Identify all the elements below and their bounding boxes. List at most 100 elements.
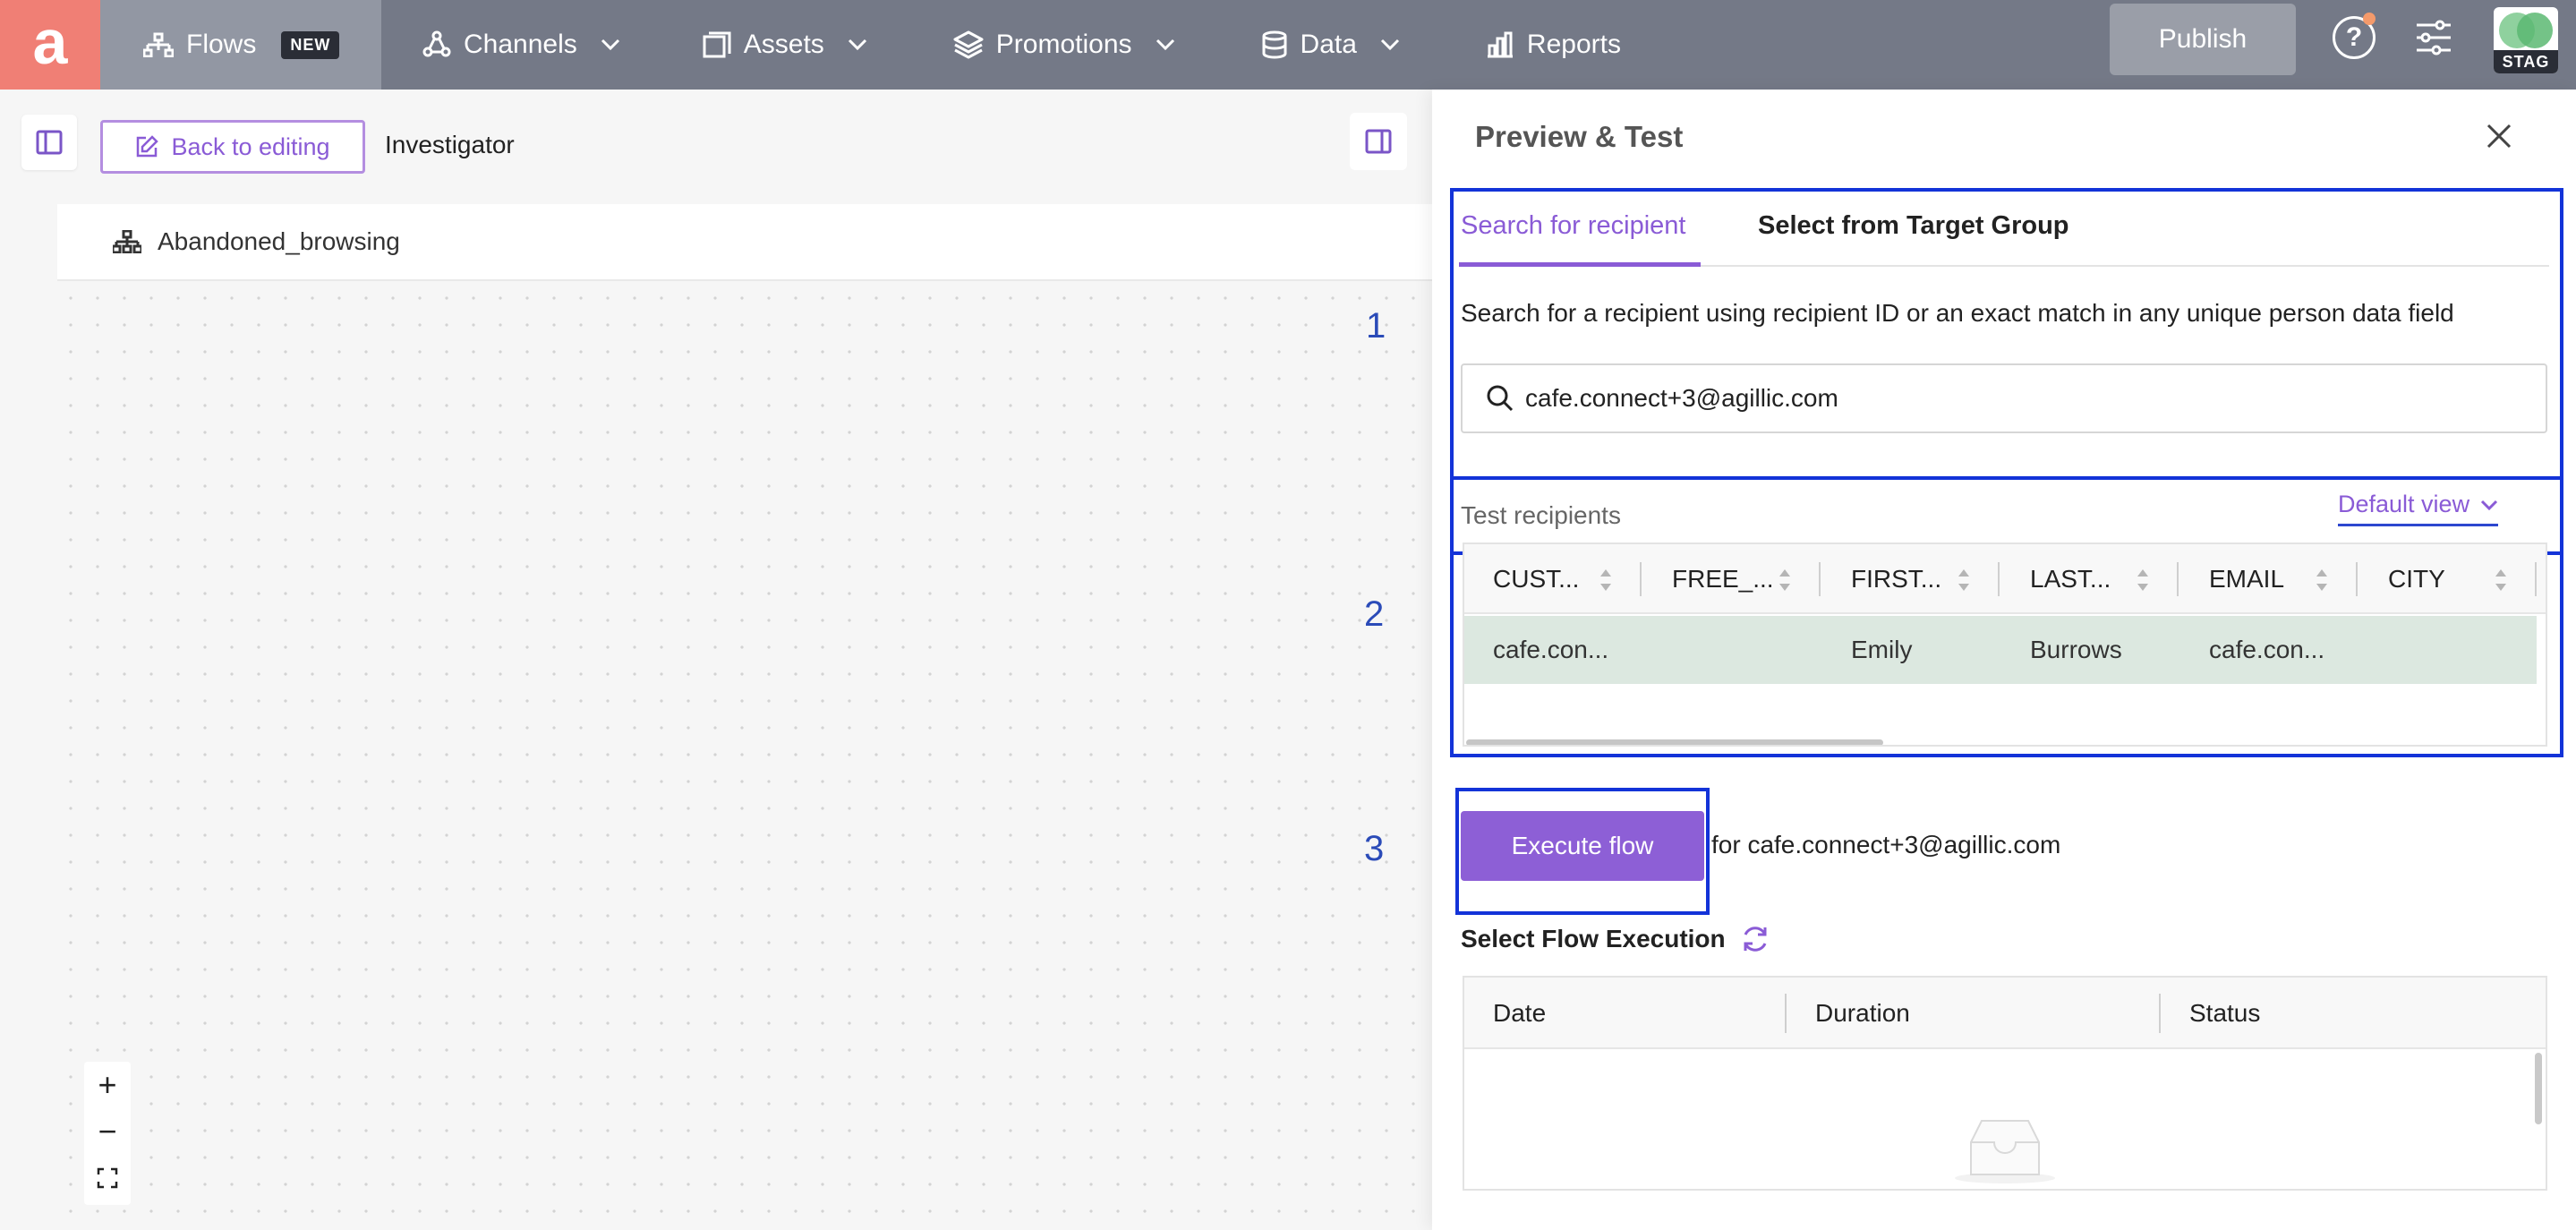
select-flow-execution-label: Select Flow Execution [1461,925,1726,952]
empty-inbox-icon [1955,1120,2055,1183]
step-number-3: 3 [1364,829,1385,868]
settings-sliders-icon[interactable] [2415,18,2452,57]
chevron-down-icon [2481,500,2498,510]
column-header-date[interactable]: Date [1493,978,1546,1049]
flow-execution-table: Date Duration Status [1463,976,2547,1191]
recipient-search-box [1461,363,2547,433]
column-separator[interactable] [2177,562,2179,596]
layers-icon [953,30,984,59]
column-separator[interactable] [2535,562,2537,596]
zoom-out-button[interactable]: − [84,1108,131,1155]
search-icon [1487,385,1514,412]
test-recipients-label: Test recipients [1461,501,1621,529]
execution-table-header: Date Duration Status [1464,978,2546,1049]
preview-test-panel: Preview & Test Search for recipient Sele… [1432,90,2576,1230]
nav-promotions-label: Promotions [995,30,1132,59]
sidebar-toggle-button[interactable] [21,115,77,170]
search-help-text: Search for a recipient using recipient I… [1461,299,2454,327]
sort-icon[interactable] [2136,568,2150,593]
cell-first: Emily [1851,636,1913,663]
environment-icon [2499,13,2553,48]
default-view-label: Default view [2338,491,2470,517]
channels-icon [422,30,451,57]
column-header-first[interactable]: FIRST... [1851,544,1941,614]
chevron-down-icon [848,38,866,51]
cell-cust: cafe.con... [1493,636,1609,663]
column-separator[interactable] [1998,562,2000,596]
sort-icon[interactable] [1778,568,1792,593]
nav-channels[interactable]: Channels [422,0,620,90]
zoom-controls: + − [84,1062,131,1205]
chevron-down-icon [1156,38,1174,51]
column-separator[interactable] [1819,562,1821,596]
top-navigation: a Flows NEW Channels Assets Promotions D… [0,0,2576,90]
column-separator[interactable] [2356,562,2358,596]
fullscreen-icon [97,1167,118,1189]
notification-dot [2363,13,2376,25]
nav-flows[interactable]: Flows NEW [100,0,381,90]
execute-flow-button[interactable]: Execute flow [1461,811,1704,881]
environment-badge[interactable]: STAG [2494,7,2558,73]
logo-mark: a [32,7,68,77]
database-icon [1262,30,1287,59]
grid-header: CUST... FREE_... FIRST... LAST... EMAIL … [1464,544,2546,614]
zoom-in-button[interactable]: + [84,1062,131,1108]
flow-hierarchy-icon [113,230,141,253]
column-header-free[interactable]: FREE_... [1672,544,1774,614]
select-flow-execution-header: Select Flow Execution [1461,924,1770,954]
flow-canvas[interactable] [57,204,1436,1230]
panel-toggle-button[interactable] [1350,113,1407,170]
column-header-city[interactable]: CITY [2388,544,2445,614]
nav-channels-label: Channels [464,30,577,59]
sort-icon[interactable] [2315,568,2329,593]
assets-icon [703,31,731,58]
column-header-status[interactable]: Status [2189,978,2260,1049]
flow-header: Abandoned_browsing [57,204,1436,281]
step-number-1: 1 [1366,306,1386,346]
nav-flows-label: Flows [186,30,257,59]
test-recipients-grid: CUST... FREE_... FIRST... LAST... EMAIL … [1463,542,2547,747]
mode-label: Investigator [385,131,515,158]
flow-name: Abandoned_browsing [158,227,400,255]
sort-icon[interactable] [1599,568,1613,593]
column-separator[interactable] [1640,562,1642,596]
panel-title: Preview & Test [1475,120,1684,153]
horizontal-scrollbar[interactable] [1466,739,1883,745]
vertical-scrollbar[interactable] [2535,1053,2542,1124]
agillic-logo[interactable]: a [0,0,100,90]
active-tab-indicator [1459,262,1701,267]
back-to-editing-button[interactable]: Back to editing [100,120,365,174]
sort-icon[interactable] [1957,568,1971,593]
fit-to-screen-button[interactable] [84,1155,131,1201]
column-header-email[interactable]: EMAIL [2209,544,2284,614]
nav-promotions[interactable]: Promotions [953,0,1175,90]
default-view-dropdown[interactable]: Default view [2338,491,2499,526]
nav-assets-label: Assets [743,30,824,59]
cell-last: Burrows [2030,636,2122,663]
close-icon[interactable] [2485,122,2513,150]
publish-button[interactable]: Publish [2110,4,2296,75]
column-header-cust[interactable]: CUST... [1493,544,1579,614]
nav-assets[interactable]: Assets [703,0,867,90]
bar-chart-icon [1487,31,1513,58]
nav-data[interactable]: Data [1261,0,1400,90]
column-header-duration[interactable]: Duration [1815,978,1910,1049]
tab-select-from-target-group[interactable]: Select from Target Group [1758,211,2069,241]
edit-icon [137,135,159,158]
sidebar-left-icon [36,130,63,155]
column-separator[interactable] [2159,994,2161,1033]
column-separator[interactable] [1785,994,1787,1033]
nav-data-label: Data [1300,30,1357,59]
column-header-last[interactable]: LAST... [2030,544,2111,614]
tab-search-for-recipient[interactable]: Search for recipient [1461,211,1685,241]
execute-for-text: for cafe.connect+3@agillic.com [1711,831,2061,858]
refresh-icon[interactable] [1740,924,1770,954]
nav-reports[interactable]: Reports [1486,0,1621,90]
sort-icon[interactable] [2494,568,2508,593]
recipient-search-input[interactable] [1525,384,2510,413]
back-to-editing-label: Back to editing [171,132,330,160]
environment-label: STAG [2494,50,2558,73]
cell-email: cafe.con... [2209,636,2325,663]
table-row[interactable]: cafe.con... Emily Burrows cafe.con... [1464,616,2537,684]
chevron-down-icon [1380,38,1399,51]
